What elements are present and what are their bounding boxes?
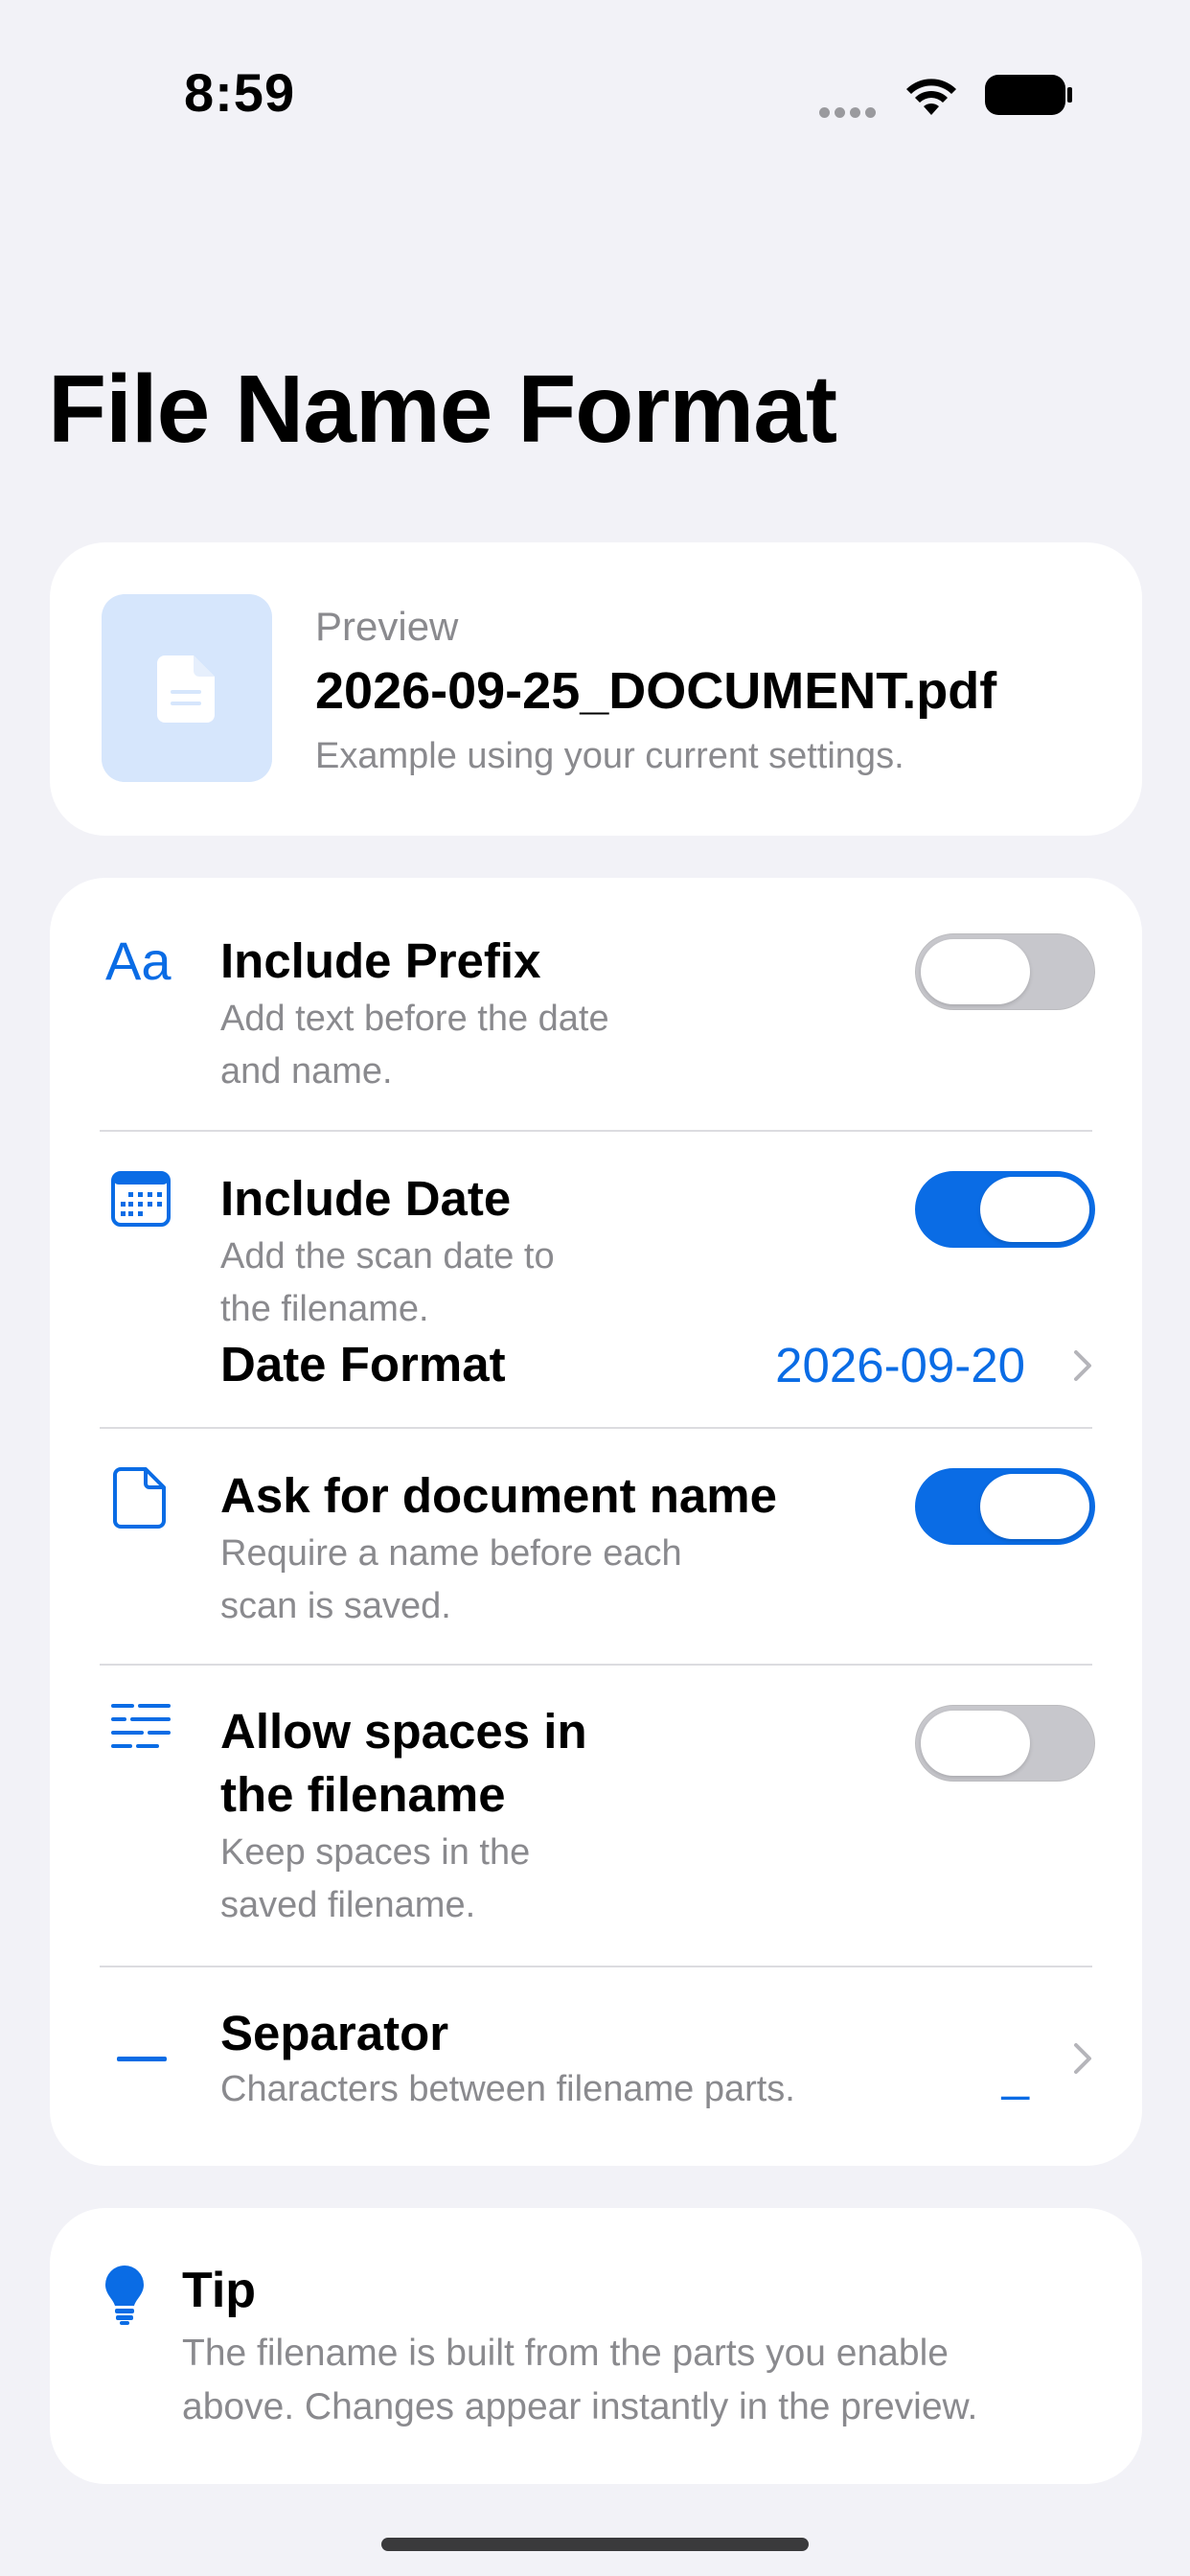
calendar-icon (111, 1171, 171, 1227)
tip-body-line2: above. Changes appear instantly in the p… (182, 2386, 978, 2427)
spaces-subtitle-line1: Keep spaces in the (220, 1832, 531, 1873)
divider (100, 1427, 1092, 1429)
battery-icon (985, 75, 1072, 115)
date-subtitle-line1: Add the scan date to (220, 1236, 555, 1276)
document-icon (113, 1467, 166, 1529)
chevron-right-icon (1074, 1350, 1091, 1381)
prefix-title: Include Prefix (220, 933, 541, 988)
spaces-subtitle-line2: saved filename. (220, 1885, 476, 1925)
ask-name-toggle[interactable] (912, 1465, 1098, 1548)
preview-subtitle: Example using your current settings. (315, 736, 904, 776)
date-format-value: 2026-09-20 (775, 1338, 1025, 1392)
status-time: 8:59 (184, 62, 296, 123)
cellular-signal-icon (819, 105, 882, 118)
status-bar: 8:59 (0, 0, 1190, 192)
tip-card: Tip The filename is built from the parts… (50, 2208, 1142, 2484)
separator-title: Separator (220, 2006, 449, 2060)
tip-body: The filename is built from the parts you… (182, 2327, 1102, 2434)
toggle-knob (980, 1177, 1089, 1242)
chevron-right-icon (1074, 2043, 1091, 2074)
ask-name-subtitle-line2: scan is saved. (220, 1586, 451, 1626)
spaces-title-line1: Allow spaces in (220, 1704, 587, 1759)
separator-subtitle: Characters between filename parts. (220, 2069, 795, 2109)
divider (100, 1130, 1092, 1132)
dash-icon (117, 2057, 167, 2061)
svg-text:Aa: Aa (105, 933, 172, 987)
wifi-icon (906, 79, 956, 115)
prefix-subtitle-line1: Add text before the date (220, 999, 609, 1039)
home-indicator[interactable] (381, 2538, 809, 2551)
preview-label: Preview (315, 604, 459, 649)
preview-card: Preview 2026-09-25_DOCUMENT.pdf Example … (50, 542, 1142, 836)
spaces-title-line2: the filename (220, 1767, 506, 1822)
text-lines-icon (111, 1704, 171, 1748)
date-title: Include Date (220, 1171, 512, 1226)
ask-name-subtitle-line1: Require a name before each (220, 1533, 682, 1574)
lightbulb-icon (105, 2266, 144, 2325)
divider (100, 1664, 1092, 1666)
divider (100, 1966, 1092, 1967)
document-icon (157, 656, 215, 723)
spaces-toggle[interactable] (912, 1702, 1098, 1784)
toggle-knob (921, 1711, 1030, 1776)
tip-title: Tip (182, 2263, 257, 2318)
ask-name-title: Ask for document name (220, 1468, 777, 1523)
tip-body-line1: The filename is built from the parts you… (182, 2333, 949, 2374)
prefix-subtitle-line2: and name. (220, 1051, 393, 1092)
settings-card: Aa Include Prefix Add text before the da… (50, 878, 1142, 2166)
toggle-knob (921, 939, 1030, 1004)
preview-thumbnail (102, 594, 272, 782)
prefix-toggle[interactable] (912, 931, 1098, 1013)
page-title: File Name Format (48, 356, 837, 463)
date-toggle[interactable] (912, 1168, 1098, 1251)
text-aa-icon: Aa (105, 933, 172, 987)
toggle-knob (980, 1474, 1089, 1539)
date-subtitle-line2: the filename. (220, 1289, 429, 1329)
separator-value: _ (1001, 2046, 1029, 2101)
date-format-label: Date Format (220, 1337, 506, 1392)
preview-filename: 2026-09-25_DOCUMENT.pdf (315, 662, 997, 720)
